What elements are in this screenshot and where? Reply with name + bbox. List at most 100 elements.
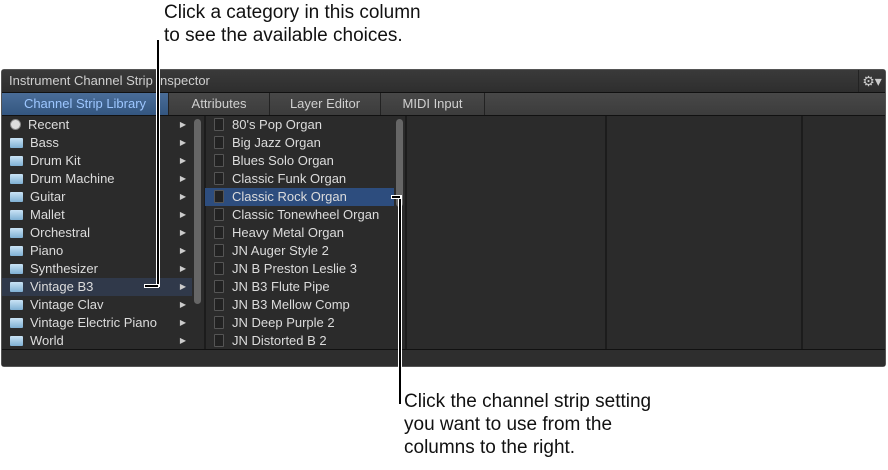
disclosure-arrow-icon: ▶ bbox=[179, 174, 186, 183]
category-item[interactable]: Vintage Clav ▶ bbox=[2, 296, 192, 314]
item-label: Vintage Electric Piano bbox=[30, 315, 157, 330]
disclosure-arrow-icon: ▶ bbox=[179, 282, 186, 291]
setting-item[interactable]: JN B3 Mellow Comp bbox=[205, 296, 394, 314]
setting-item[interactable]: 80's Pop Organ bbox=[205, 116, 394, 134]
window-title: Instrument Channel Strip Inspector bbox=[2, 70, 885, 93]
setting-item[interactable]: JN B Preston Leslie 3 bbox=[205, 260, 394, 278]
channel-strip-icon bbox=[214, 280, 224, 293]
setting-item[interactable]: Big Jazz Organ bbox=[205, 134, 394, 152]
category-item[interactable]: Drum Kit ▶ bbox=[2, 152, 192, 170]
callout-line: columns to the right. bbox=[404, 437, 576, 458]
channel-strip-icon bbox=[214, 208, 224, 221]
disclosure-arrow-icon: ▶ bbox=[179, 300, 186, 309]
setting-item[interactable]: JN Deep Purple 2 bbox=[205, 314, 394, 332]
category-item[interactable]: Guitar ▶ bbox=[2, 188, 192, 206]
disclosure-arrow-icon: ▶ bbox=[179, 246, 186, 255]
setting-item[interactable]: Classic Rock Organ bbox=[205, 188, 394, 206]
item-label: Classic Rock Organ bbox=[232, 189, 347, 204]
settings-column: 80's Pop Organ Big Jazz Organ Blues Solo O… bbox=[205, 116, 407, 350]
item-label: 80's Pop Organ bbox=[232, 117, 322, 132]
folder-icon bbox=[10, 264, 23, 274]
item-label: Drum Machine bbox=[30, 171, 115, 186]
category-scrollbar[interactable] bbox=[194, 119, 201, 304]
folder-icon bbox=[10, 228, 23, 238]
folder-icon bbox=[10, 210, 23, 220]
category-item[interactable]: Drum Machine ▶ bbox=[2, 170, 192, 188]
channel-strip-icon bbox=[214, 316, 224, 329]
callout-leader-top bbox=[157, 40, 159, 286]
empty-column bbox=[407, 116, 607, 350]
setting-item[interactable]: JN Auger Style 2 bbox=[205, 242, 394, 260]
channel-strip-icon bbox=[214, 172, 224, 185]
folder-icon bbox=[10, 282, 23, 292]
disclosure-arrow-icon: ▶ bbox=[179, 264, 186, 273]
channel-strip-icon bbox=[214, 154, 224, 167]
setting-item[interactable]: Classic Funk Organ bbox=[205, 170, 394, 188]
disclosure-arrow-icon: ▶ bbox=[179, 336, 186, 345]
category-item[interactable]: Vintage B3 ▶ bbox=[2, 278, 192, 296]
disclosure-arrow-icon: ▶ bbox=[179, 318, 186, 327]
item-label: Bass bbox=[30, 135, 59, 150]
category-column: Recent ▶ Bass ▶ Drum Kit ▶ Drum Machine ▶ Guitar… bbox=[2, 116, 206, 350]
callout-leader-bottom bbox=[399, 196, 401, 404]
category-item[interactable]: Vintage Electric Piano ▶ bbox=[2, 314, 192, 332]
channel-strip-icon bbox=[214, 118, 224, 131]
callout-leader-top-stub bbox=[145, 285, 158, 287]
item-label: JN Distorted B 2 bbox=[232, 333, 327, 348]
tab-layer-editor[interactable]: Layer Editor bbox=[270, 93, 381, 115]
callout-leader-bottom-stub bbox=[392, 196, 400, 198]
category-item[interactable]: Mallet ▶ bbox=[2, 206, 192, 224]
tab-midi-input[interactable]: MIDI Input bbox=[381, 93, 485, 115]
disclosure-arrow-icon: ▶ bbox=[179, 156, 186, 165]
channel-strip-icon bbox=[214, 262, 224, 275]
settings-scrollbar[interactable] bbox=[396, 119, 403, 207]
callout-line: Click a category in this column bbox=[164, 2, 421, 23]
callout-line: you want to use from the bbox=[404, 414, 613, 435]
category-item[interactable]: Bass ▶ bbox=[2, 134, 192, 152]
folder-icon bbox=[10, 246, 23, 256]
category-item[interactable]: World ▶ bbox=[2, 332, 192, 350]
tab-bar: Channel Strip Library Attributes Layer E… bbox=[2, 93, 885, 116]
item-label: Mallet bbox=[30, 207, 65, 222]
item-label: Classic Tonewheel Organ bbox=[232, 207, 380, 222]
callout-line: to see the available choices. bbox=[164, 25, 403, 46]
item-label: Blues Solo Organ bbox=[232, 153, 334, 168]
tab-channel-strip-library[interactable]: Channel Strip Library bbox=[2, 93, 169, 115]
disclosure-arrow-icon: ▶ bbox=[179, 228, 186, 237]
item-label: World bbox=[30, 333, 64, 348]
tab-attributes[interactable]: Attributes bbox=[169, 93, 270, 115]
setting-item[interactable]: JN Distorted B 2 bbox=[205, 332, 394, 350]
category-item[interactable]: Piano ▶ bbox=[2, 242, 192, 260]
item-label: Orchestral bbox=[30, 225, 90, 240]
item-label: Piano bbox=[30, 243, 64, 258]
category-item[interactable]: Recent ▶ bbox=[2, 116, 192, 134]
clock-icon bbox=[10, 119, 21, 130]
channel-strip-icon bbox=[214, 226, 224, 239]
category-item[interactable]: Synthesizer ▶ bbox=[2, 260, 192, 278]
setting-item[interactable]: Blues Solo Organ bbox=[205, 152, 394, 170]
disclosure-arrow-icon: ▶ bbox=[179, 120, 186, 129]
folder-icon bbox=[10, 192, 23, 202]
disclosure-arrow-icon: ▶ bbox=[179, 138, 186, 147]
item-label: Classic Funk Organ bbox=[232, 171, 347, 186]
folder-icon bbox=[10, 336, 23, 346]
setting-item[interactable]: Classic Tonewheel Organ bbox=[205, 206, 394, 224]
item-label: Recent bbox=[28, 117, 70, 132]
setting-item[interactable]: JN B3 Flute Pipe bbox=[205, 278, 394, 296]
item-label: Vintage B3 bbox=[30, 279, 94, 294]
item-label: JN B3 Mellow Comp bbox=[232, 297, 350, 312]
disclosure-arrow-icon: ▶ bbox=[179, 192, 186, 201]
callout-top: Click a category in this column to see t… bbox=[164, 1, 421, 47]
channel-strip-icon bbox=[214, 334, 224, 347]
item-label: JN Auger Style 2 bbox=[232, 243, 329, 258]
setting-item[interactable]: Heavy Metal Organ bbox=[205, 224, 394, 242]
category-item[interactable]: Orchestral ▶ bbox=[2, 224, 192, 242]
channel-strip-icon bbox=[214, 244, 224, 257]
gear-icon[interactable]: ⚙▾ bbox=[858, 70, 885, 92]
item-label: Synthesizer bbox=[30, 261, 98, 276]
inspector-window: Instrument Channel Strip Inspector ⚙▾ Ch… bbox=[1, 69, 886, 367]
folder-icon bbox=[10, 318, 23, 328]
folder-icon bbox=[10, 156, 23, 166]
empty-column bbox=[607, 116, 803, 350]
folder-icon bbox=[10, 174, 23, 184]
